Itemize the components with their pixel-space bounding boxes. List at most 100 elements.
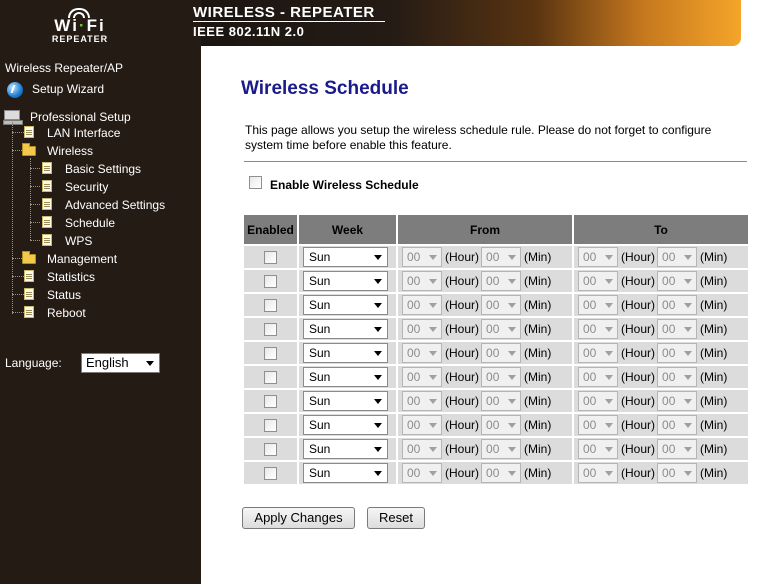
sidebar-item-schedule[interactable]: Schedule xyxy=(65,216,115,230)
hour-unit-label: (Hour) xyxy=(445,370,480,384)
to-min-select[interactable]: 00 xyxy=(657,247,698,267)
row-enabled-checkbox[interactable] xyxy=(264,419,277,433)
row-enabled-checkbox[interactable] xyxy=(264,275,277,289)
to-hour-select[interactable]: 00 xyxy=(578,247,618,267)
header-enabled: Enabled xyxy=(244,215,297,244)
from-hour-select[interactable]: 00 xyxy=(402,415,442,435)
to-min-select[interactable]: 00 xyxy=(657,295,698,315)
from-min-select[interactable]: 00 xyxy=(481,271,522,291)
from-min-select[interactable]: 00 xyxy=(481,247,522,267)
week-select[interactable]: Sun xyxy=(303,391,388,411)
row-enabled-checkbox[interactable] xyxy=(264,467,277,481)
to-min-select[interactable]: 00 xyxy=(657,343,698,363)
from-hour-select[interactable]: 00 xyxy=(402,367,442,387)
from-min-select[interactable]: 00 xyxy=(481,319,522,339)
row-week-cell: Sun xyxy=(299,246,396,268)
week-select[interactable]: Sun xyxy=(303,295,388,315)
chevron-down-icon xyxy=(605,351,613,356)
min-unit-label: (Min) xyxy=(700,370,728,384)
to-min-value: 00 xyxy=(662,298,676,312)
row-enabled-checkbox[interactable] xyxy=(264,251,277,265)
to-min-select[interactable]: 00 xyxy=(657,319,698,339)
language-label: Language: xyxy=(5,356,62,370)
sidebar-item-professional-setup[interactable]: Professional Setup xyxy=(30,110,131,124)
from-hour-select[interactable]: 00 xyxy=(402,271,442,291)
tree-line xyxy=(30,186,40,187)
row-enabled-checkbox[interactable] xyxy=(264,299,277,313)
from-min-select[interactable]: 00 xyxy=(481,415,522,435)
to-hour-select[interactable]: 00 xyxy=(578,319,618,339)
reset-button[interactable]: Reset xyxy=(367,507,425,529)
to-hour-value: 00 xyxy=(583,250,597,264)
sidebar-item-basic-settings[interactable]: Basic Settings xyxy=(65,162,141,176)
sidebar-item-reboot[interactable]: Reboot xyxy=(47,306,86,320)
sidebar-item-setup-wizard[interactable]: Setup Wizard xyxy=(32,82,104,96)
sidebar-item-status[interactable]: Status xyxy=(47,288,81,302)
to-min-select[interactable]: 00 xyxy=(657,367,698,387)
week-select[interactable]: Sun xyxy=(303,343,388,363)
from-hour-select[interactable]: 00 xyxy=(402,463,442,483)
sidebar-item-advanced-settings[interactable]: Advanced Settings xyxy=(65,198,165,212)
to-hour-select[interactable]: 00 xyxy=(578,367,618,387)
from-min-select[interactable]: 00 xyxy=(481,391,522,411)
week-select[interactable]: Sun xyxy=(303,367,388,387)
header-to: To xyxy=(574,215,748,244)
to-min-select[interactable]: 00 xyxy=(657,439,698,459)
sidebar-item-wps[interactable]: WPS xyxy=(65,234,92,248)
banner-rule xyxy=(193,21,385,22)
to-min-select[interactable]: 00 xyxy=(657,271,698,291)
row-enabled-checkbox[interactable] xyxy=(264,395,277,409)
row-enabled-checkbox[interactable] xyxy=(264,347,277,361)
sidebar-item-lan-interface[interactable]: LAN Interface xyxy=(47,126,120,140)
apply-changes-button[interactable]: Apply Changes xyxy=(242,507,355,529)
enable-schedule-checkbox[interactable] xyxy=(249,176,262,189)
from-min-select[interactable]: 00 xyxy=(481,463,522,483)
to-min-select[interactable]: 00 xyxy=(657,415,698,435)
sidebar-item-management[interactable]: Management xyxy=(47,252,117,266)
sidebar-item-statistics[interactable]: Statistics xyxy=(47,270,95,284)
document-icon xyxy=(42,216,52,228)
from-min-select[interactable]: 00 xyxy=(481,367,522,387)
row-enabled-checkbox[interactable] xyxy=(264,371,277,385)
from-hour-select[interactable]: 00 xyxy=(402,343,442,363)
sidebar-item-security[interactable]: Security xyxy=(65,180,108,194)
to-hour-select[interactable]: 00 xyxy=(578,439,618,459)
to-hour-select[interactable]: 00 xyxy=(578,295,618,315)
row-enabled-checkbox[interactable] xyxy=(264,323,277,337)
from-min-select[interactable]: 00 xyxy=(481,343,522,363)
to-min-select[interactable]: 00 xyxy=(657,391,698,411)
week-select[interactable]: Sun xyxy=(303,271,388,291)
from-min-select[interactable]: 00 xyxy=(481,439,522,459)
chevron-down-icon xyxy=(684,447,693,452)
row-week-cell: Sun xyxy=(299,294,396,316)
hour-unit-label: (Hour) xyxy=(621,394,656,408)
to-hour-select[interactable]: 00 xyxy=(578,271,618,291)
from-hour-select[interactable]: 00 xyxy=(402,391,442,411)
week-select[interactable]: Sun xyxy=(303,463,388,483)
min-unit-label: (Min) xyxy=(524,394,552,408)
from-min-select[interactable]: 00 xyxy=(481,295,522,315)
week-select[interactable]: Sun xyxy=(303,319,388,339)
from-hour-select[interactable]: 00 xyxy=(402,319,442,339)
banner-title: WIRELESS - REPEATER xyxy=(193,4,375,21)
to-min-select[interactable]: 00 xyxy=(657,463,698,483)
to-hour-select[interactable]: 00 xyxy=(578,415,618,435)
to-hour-select[interactable]: 00 xyxy=(578,343,618,363)
from-hour-select[interactable]: 00 xyxy=(402,295,442,315)
table-row: Sun 00 (Hour) 00 (Min) 00 (Hour) 00 (Min) xyxy=(244,366,748,388)
language-select[interactable]: English xyxy=(81,353,160,373)
week-select[interactable]: Sun xyxy=(303,415,388,435)
week-select[interactable]: Sun xyxy=(303,439,388,459)
to-hour-select[interactable]: 00 xyxy=(578,463,618,483)
to-hour-select[interactable]: 00 xyxy=(578,391,618,411)
week-select[interactable]: Sun xyxy=(303,247,388,267)
chevron-down-icon xyxy=(429,399,437,404)
from-hour-select[interactable]: 00 xyxy=(402,247,442,267)
to-hour-value: 00 xyxy=(583,442,597,456)
from-hour-select[interactable]: 00 xyxy=(402,439,442,459)
sidebar-item-wireless[interactable]: Wireless xyxy=(47,144,93,158)
row-enabled-checkbox[interactable] xyxy=(264,443,277,457)
min-unit-label: (Min) xyxy=(700,394,728,408)
hour-unit-label: (Hour) xyxy=(445,442,480,456)
setup-wizard-icon[interactable] xyxy=(7,82,23,98)
